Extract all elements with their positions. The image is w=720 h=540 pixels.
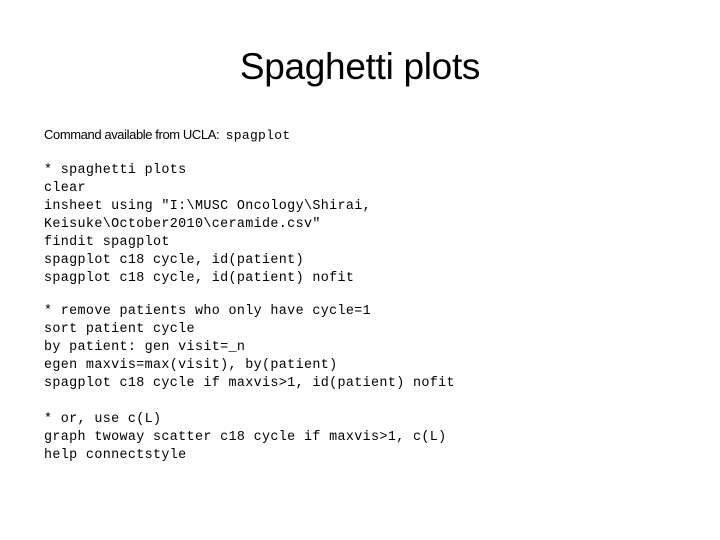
intro-label: Command available from UCLA: [44, 127, 220, 142]
code-line: * spaghetti plots [44, 163, 187, 178]
intro-line: Command available from UCLA: spagplot [44, 126, 290, 145]
code-line: by patient: gen visit=_n [44, 340, 246, 355]
intro-command: spagplot [225, 128, 291, 143]
code-line: help connectstyle [44, 448, 187, 463]
code-line: graph twoway scatter c18 cycle if maxvis… [44, 430, 447, 445]
code-block-remove-single-cycle: * remove patients who only have cycle=1 … [44, 303, 455, 393]
code-line: egen maxvis=max(visit), by(patient) [44, 358, 338, 373]
code-block-load-and-plot: * spaghetti plots clear insheet using "I… [44, 162, 371, 288]
code-line: spagplot c18 cycle, id(patient) nofit [44, 271, 355, 286]
code-block-connect-style: * or, use c(L) graph twoway scatter c18 … [44, 411, 447, 465]
code-line: * or, use c(L) [44, 412, 162, 427]
code-line: spagplot c18 cycle, id(patient) [44, 253, 304, 268]
code-line: sort patient cycle [44, 322, 195, 337]
code-line: insheet using "I:\MUSC Oncology\Shirai, [44, 199, 372, 214]
code-line: findit spagplot [44, 235, 170, 250]
code-line: Keisuke\October2010\ceramide.csv" [44, 217, 321, 232]
slide-title: Spaghetti plots [239, 46, 481, 87]
code-line: * remove patients who only have cycle=1 [44, 304, 372, 319]
code-line: spagplot c18 cycle if maxvis>1, id(patie… [44, 376, 455, 391]
code-line: clear [44, 181, 86, 196]
